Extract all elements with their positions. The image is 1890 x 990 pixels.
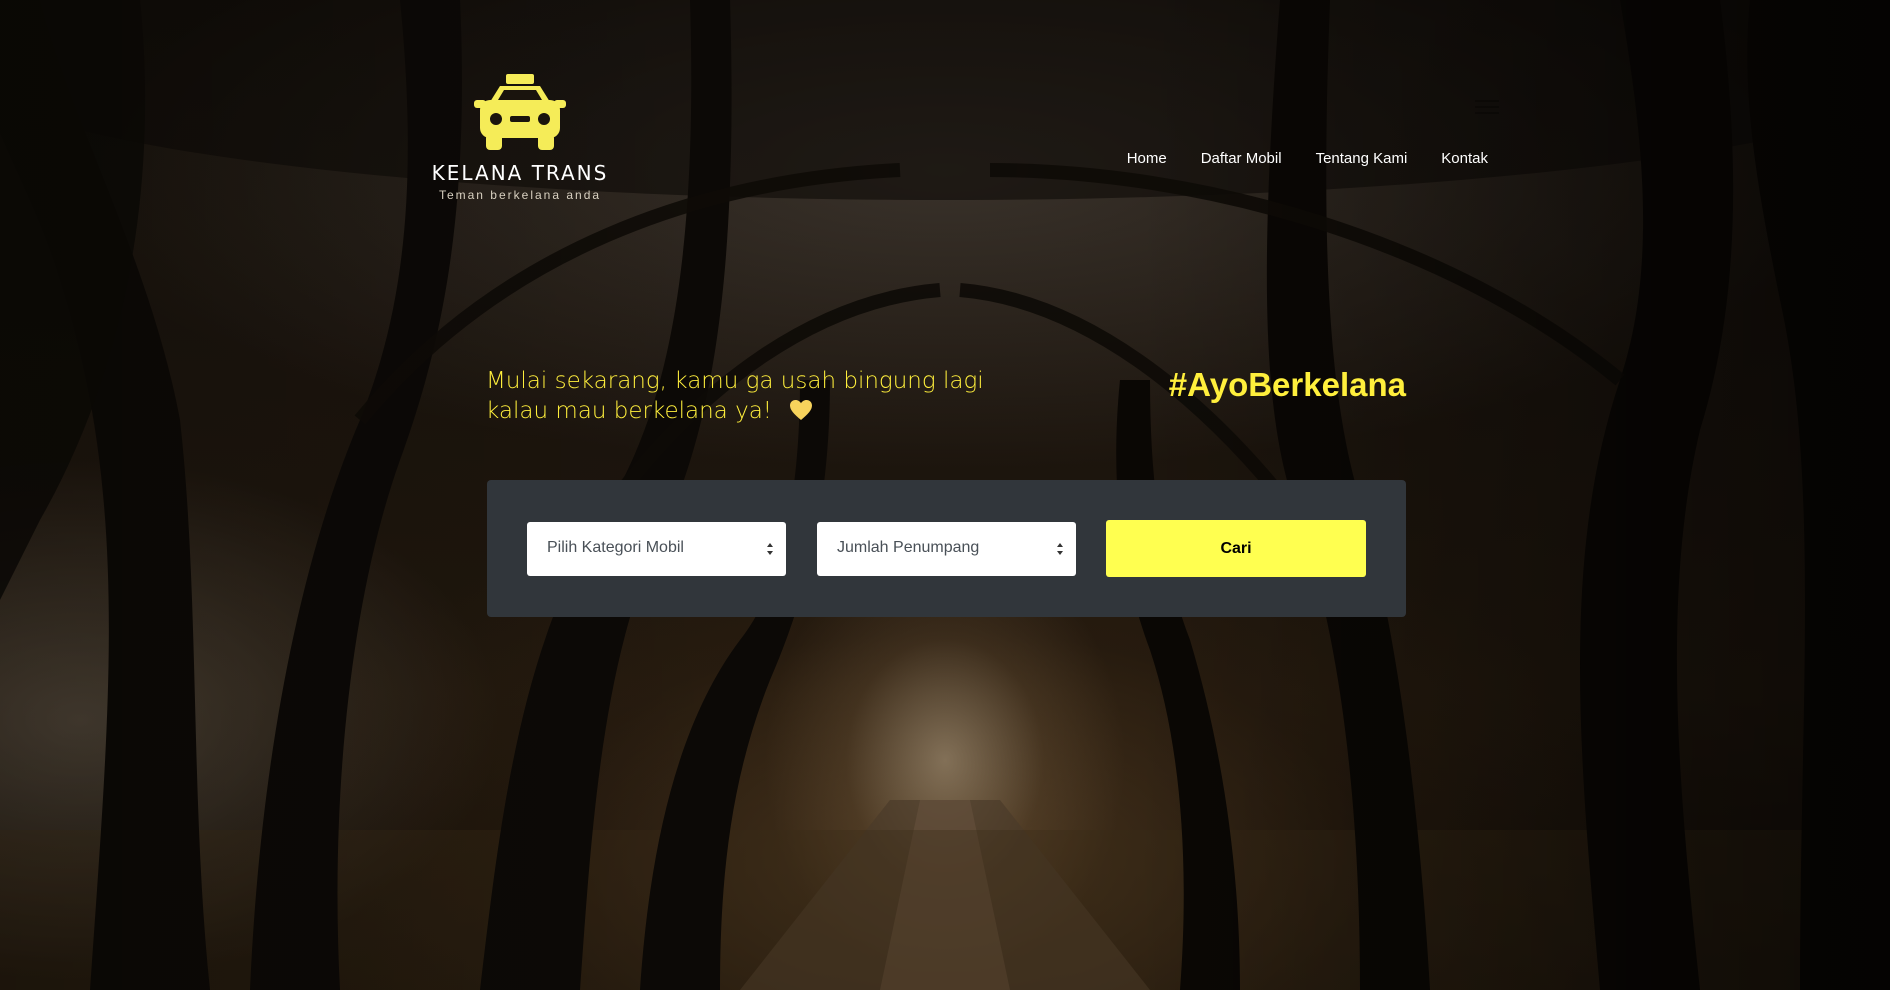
nav-item-tentang-kami[interactable]: Tentang Kami [1316, 150, 1408, 167]
search-panel: Pilih Kategori Mobil Jumlah Penumpang Ca… [487, 480, 1406, 617]
brand-name: KELANA TRANS [431, 161, 609, 185]
select-arrows-icon [767, 543, 773, 555]
brand-logo[interactable]: KELANA TRANS Teman berkelana anda [420, 72, 620, 202]
select-arrows-icon [1057, 543, 1063, 555]
nav-item-home[interactable]: Home [1127, 150, 1167, 167]
brand-tagline: Teman berkelana anda [438, 188, 602, 202]
nav-item-kontak[interactable]: Kontak [1441, 150, 1488, 167]
car-category-value: Pilih Kategori Mobil [547, 539, 684, 556]
hashtag-heading: #AyoBerkelana [1168, 366, 1406, 403]
nav-item-daftar-mobil[interactable]: Daftar Mobil [1201, 150, 1282, 167]
main-navigation: Home Daftar Mobil Tentang Kami Kontak [1127, 150, 1488, 167]
yellow-heart-icon [790, 400, 813, 420]
hero-message: Mulai sekarang, kamu ga usah bingung lag… [486, 366, 1006, 426]
hero-line-1: Mulai sekarang, kamu ga usah bingung lag… [486, 368, 984, 394]
search-button[interactable]: Cari [1106, 520, 1366, 577]
passenger-count-value: Jumlah Penumpang [837, 539, 980, 556]
car-category-select[interactable]: Pilih Kategori Mobil [527, 522, 786, 576]
menu-toggle-icon[interactable] [1475, 100, 1499, 114]
hero-section: KELANA TRANS Teman berkelana anda Home D… [0, 0, 1890, 990]
hero-line-2-wrap: kalau mau berkelana ya! [486, 396, 1006, 426]
passenger-count-select[interactable]: Jumlah Penumpang [817, 522, 1076, 576]
taxi-icon [474, 74, 566, 150]
hero-line-2: kalau mau berkelana ya! [486, 398, 773, 424]
